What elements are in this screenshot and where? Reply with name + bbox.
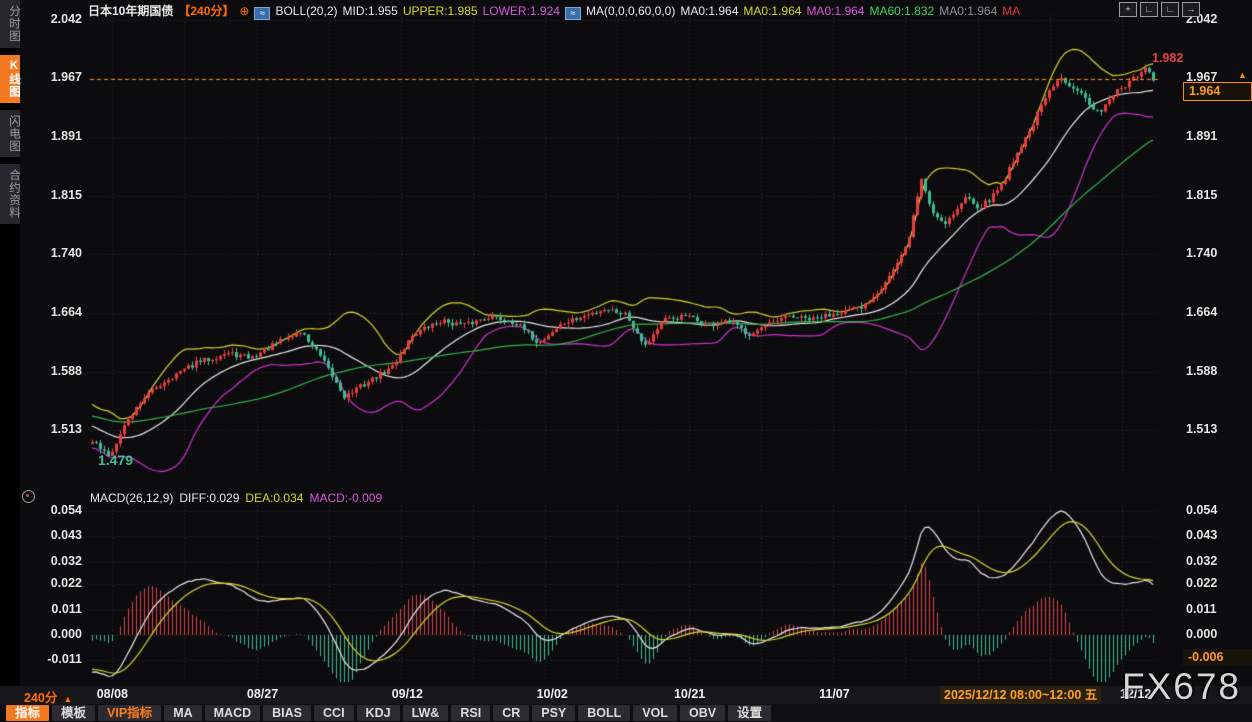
date-tick-label: 09/12	[392, 687, 423, 701]
chart-canvas[interactable]	[20, 0, 1252, 686]
price-axis-label-left: 1.891	[24, 129, 82, 143]
ma-value: MA0:1.964	[680, 4, 738, 18]
macd-axis-label-left: 0.022	[24, 576, 82, 590]
pop-out-icon[interactable]: →	[1182, 2, 1200, 17]
date-tick-label: 10/21	[674, 687, 705, 701]
timeline-bar: 240分▲ 08/0808/2709/1210/0210/2111/07 202…	[0, 686, 1252, 704]
date-tick-label: 11/07	[819, 687, 850, 701]
toolbar-button-MACD[interactable]: MACD	[205, 705, 261, 721]
symbol-title: 日本10年期国债	[88, 4, 173, 18]
toolbar-button-CR[interactable]: CR	[493, 705, 529, 721]
sidebar-item-3[interactable]: 合约资料	[0, 164, 20, 224]
macd-axis-label-right: 0.054	[1186, 503, 1244, 517]
macd-last-value-box: -0.006	[1183, 649, 1252, 666]
date-tick-label: 10/02	[537, 687, 568, 701]
macd-axis-label-left: -0.011	[24, 652, 82, 666]
ma-label: MA(0,0,0,60,0,0)	[586, 4, 675, 18]
date-tick-label: 08/08	[97, 687, 128, 701]
toolbar-button-模板[interactable]: 模板	[52, 705, 95, 721]
ma-values: MA0:1.964 MA0:1.964 MA0:1.964 MA60:1.832 MA0…	[680, 4, 1025, 18]
price-axis-label-right: 1.891	[1186, 129, 1244, 143]
axis-scale-right-icon[interactable]: ∟	[1161, 2, 1179, 17]
highlighted-session-range: 2025/12/12 08:00~12:00 五	[940, 686, 1101, 704]
ma-value: MA0:1.964	[743, 4, 801, 18]
toolbar-button-BIAS[interactable]: BIAS	[263, 705, 311, 721]
ma-value: MA0:1.964	[939, 4, 997, 18]
macd-axis-label-right: 0.043	[1186, 528, 1244, 542]
macd-axis-label-left: 0.032	[24, 554, 82, 568]
price-axis-label-left: 1.513	[24, 422, 82, 436]
price-axis-label-left: 1.588	[24, 364, 82, 378]
boll-lower-value: LOWER:1.924	[483, 4, 560, 18]
boll-mid-value: MID:1.955	[343, 4, 398, 18]
trading-app-window: 分时图 K线图闪电图合约资料 日本10年期国债【240分】 ⊕ ≈ BOLL(20,2)…	[0, 0, 1252, 722]
circle-plus-icon[interactable]: ⊕	[239, 4, 249, 18]
macd-axis-label-left: 0.054	[24, 503, 82, 517]
ma-value: MA	[1002, 4, 1020, 18]
sidebar-item-2[interactable]: 闪电图	[0, 110, 20, 158]
sidebar-item-0[interactable]: 分时图	[0, 0, 20, 48]
boll-indicator-icon[interactable]: ≈	[254, 7, 270, 20]
interval-label[interactable]: 【240分】	[178, 4, 234, 18]
price-axis-label-right: 1.664	[1186, 305, 1244, 319]
ma-value: MA0:1.964	[806, 4, 864, 18]
macd-axis-label-right: 0.022	[1186, 576, 1244, 590]
price-axis-label-left: 1.815	[24, 188, 82, 202]
left-sidebar: 分时图 K线图闪电图合约资料	[0, 0, 20, 686]
interval-arrow-icon: ▲	[63, 694, 72, 704]
macd-axis-label-right: 0.000	[1186, 627, 1244, 641]
toolbar-button-LW&[interactable]: LW&	[403, 705, 449, 721]
crosshair-icon[interactable]: +	[1119, 2, 1137, 17]
toolbar-button-VOL[interactable]: VOL	[633, 705, 677, 721]
price-axis-label-right: 1.740	[1186, 246, 1244, 260]
ma-indicator-icon[interactable]: ≈	[565, 7, 581, 20]
macd-axis-label-left: 0.043	[24, 528, 82, 542]
ma-value: MA60:1.832	[869, 4, 934, 18]
macd-value: MACD:-0.009	[309, 491, 382, 505]
toolbar-button-指标[interactable]: 指标	[6, 705, 49, 721]
macd-dea-value: DEA:0.034	[245, 491, 303, 505]
date-tick-label: 08/27	[247, 687, 278, 701]
toolbar-button-RSI[interactable]: RSI	[451, 705, 490, 721]
toolbar-button-VIP指标[interactable]: VIP指标	[98, 705, 161, 721]
price-axis-label-right: 1.588	[1186, 364, 1244, 378]
session-high-label: 1.982	[1152, 51, 1183, 65]
toolbar-button-KDJ[interactable]: KDJ	[357, 705, 400, 721]
macd-header: MACD(26,12,9) DIFF:0.029 DEA:0.034 MACD:-0.…	[90, 491, 388, 505]
price-axis-label-right: 1.513	[1186, 422, 1244, 436]
macd-axis-label-left: 0.000	[24, 627, 82, 641]
current-price-box: 1.964	[1183, 82, 1252, 101]
toolbar-button-设置[interactable]: 设置	[728, 705, 771, 721]
chart-toolbar-icons: +∟∟→	[1119, 2, 1200, 17]
price-up-arrow-icon: ▲	[1238, 70, 1247, 80]
price-axis-label-right: 1.815	[1186, 188, 1244, 202]
fx678-watermark: FX678	[1122, 666, 1241, 708]
macd-label[interactable]: MACD(26,12,9)	[90, 491, 173, 505]
price-axis-label-left: 2.042	[24, 12, 82, 26]
toolbar-button-BOLL[interactable]: BOLL	[578, 705, 630, 721]
toolbar-button-OBV[interactable]: OBV	[680, 705, 725, 721]
macd-axis-label-right: 0.032	[1186, 554, 1244, 568]
boll-label: BOLL(20,2)	[275, 4, 337, 18]
session-low-label: 1.479	[98, 452, 133, 468]
axis-scale-icon[interactable]: ∟	[1140, 2, 1158, 17]
sidebar-item-1[interactable]: K线图	[0, 55, 20, 103]
price-axis-label-left: 1.967	[24, 70, 82, 84]
price-axis-label-left: 1.740	[24, 246, 82, 260]
macd-axis-label-right: 0.011	[1186, 602, 1244, 616]
price-axis-label-left: 1.664	[24, 305, 82, 319]
macd-axis-label-left: 0.011	[24, 602, 82, 616]
chart-header: 日本10年期国债【240分】 ⊕ ≈ BOLL(20,2) MID:1.955 UPPER…	[88, 2, 1030, 18]
toolbar-button-CCI[interactable]: CCI	[314, 705, 354, 721]
toolbar-button-PSY[interactable]: PSY	[532, 705, 575, 721]
toolbar-button-MA[interactable]: MA	[164, 705, 201, 721]
boll-upper-value: UPPER:1.985	[403, 4, 478, 18]
macd-diff-value: DIFF:0.029	[179, 491, 239, 505]
panel-toggle-icon[interactable]	[22, 490, 35, 503]
indicator-toolbar: 指标模板VIP指标MAMACDBIASCCIKDJLW&RSICRPSYBOLL…	[0, 704, 1252, 722]
